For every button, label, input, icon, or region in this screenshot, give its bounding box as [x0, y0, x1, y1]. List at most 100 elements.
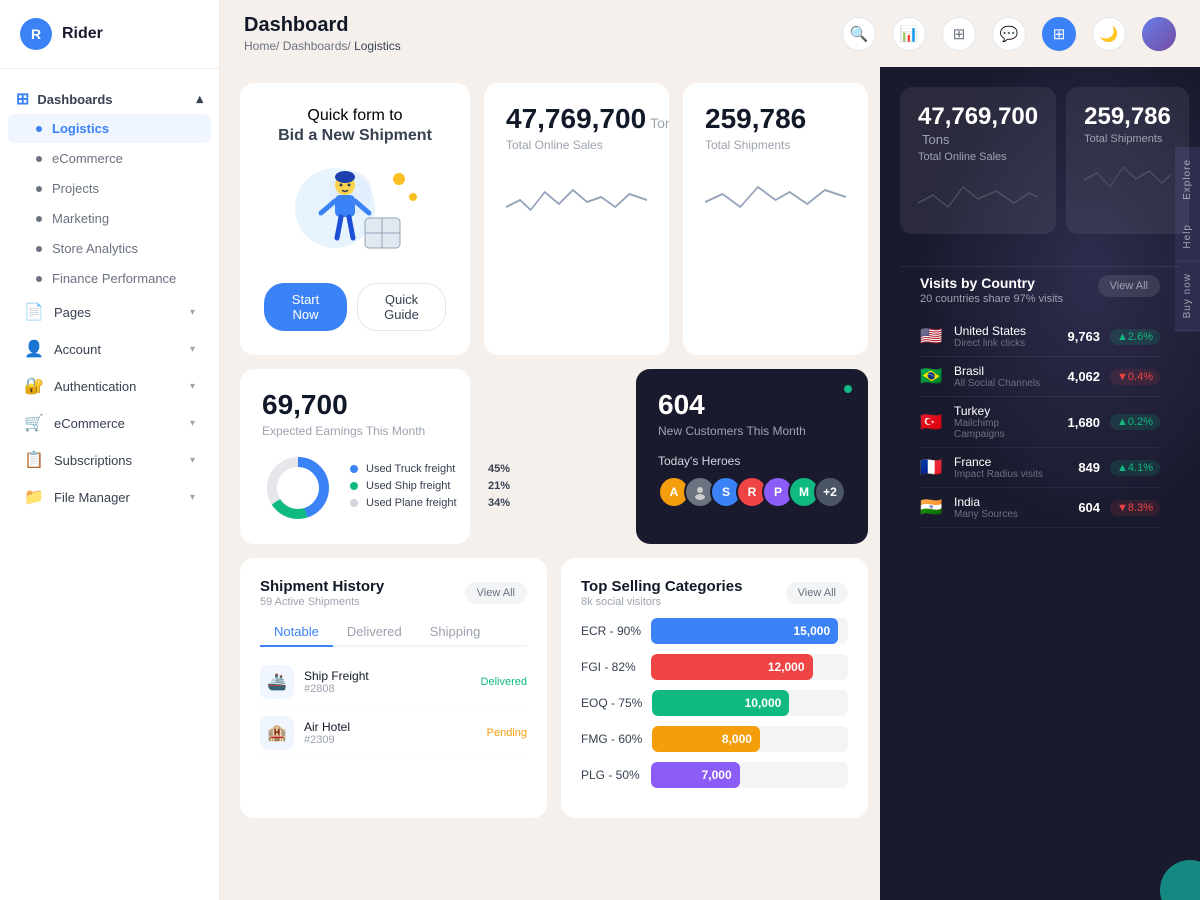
bar-row: PLG - 50% 7,000 [581, 762, 848, 788]
country-row-fr: 🇫🇷 France Impact Radius visits 849 ▲4.1% [920, 448, 1160, 488]
visits-view-all-button[interactable]: View All [1098, 275, 1160, 297]
legend-text: Used Truck freight [366, 463, 480, 475]
country-source: Direct link clicks [954, 338, 1050, 349]
country-visits: 9,763 [1060, 329, 1100, 344]
sidebar-item-label: Store Analytics [52, 241, 138, 256]
online-dot [844, 385, 852, 393]
ship-icon: 🏨 [260, 716, 294, 750]
bar-label: ECR - 90% [581, 624, 641, 638]
account-icon: 👤 [24, 339, 44, 359]
main-content: Dashboard Home/ Dashboards/ Logistics 🔍 … [220, 0, 1200, 900]
change-badge: ▼0.4% [1110, 369, 1160, 385]
grid-button[interactable]: ⊞ [942, 17, 976, 51]
cards-row-3: Shipment History 59 Active Shipments Vie… [240, 558, 868, 818]
tabs-row: Notable Delivered Shipping [260, 618, 527, 647]
bid-line2: Bid a New Shipment [278, 125, 432, 147]
tab-shipping[interactable]: Shipping [416, 618, 495, 647]
sidebar-item-store-analytics[interactable]: Store Analytics [8, 234, 211, 263]
country-info: Brasil All Social Channels [954, 364, 1050, 389]
page-title: Dashboard [244, 14, 401, 37]
card-header: Shipment History 59 Active Shipments Vie… [260, 578, 527, 608]
cards-row-1: Quick form to Bid a New Shipment [240, 83, 868, 355]
sidebar-item-marketing[interactable]: Marketing [8, 204, 211, 233]
sidebar-section-dashboards[interactable]: ⊞ Dashboards [0, 81, 219, 113]
rp-stat-label: Total Shipments [1084, 133, 1171, 145]
user-avatar[interactable] [1142, 17, 1176, 51]
sidebar-item-pages[interactable]: 📄 Pages [8, 294, 211, 330]
illustration [285, 163, 425, 263]
bar-fill: 12,000 [651, 654, 813, 680]
sidebar-item-file-manager[interactable]: 📁 File Manager [8, 479, 211, 515]
flag-icon: 🇧🇷 [920, 366, 944, 387]
chevron-down-icon [190, 307, 195, 318]
heroes-label: Today's Heroes [658, 454, 846, 468]
sidebar-item-label: Pages [54, 305, 180, 320]
tab-notable[interactable]: Notable [260, 618, 333, 647]
header-left: Dashboard Home/ Dashboards/ Logistics [244, 14, 401, 53]
country-info: United States Direct link clicks [954, 324, 1050, 349]
dot-icon [36, 156, 42, 162]
sidebar-item-label: eCommerce [52, 151, 123, 166]
visits-by-country: Visits by Country 20 countries share 97%… [900, 275, 1180, 880]
sidebar-item-account[interactable]: 👤 Account [8, 331, 211, 367]
bid-illustration [285, 163, 425, 263]
chevron-down-icon [190, 381, 195, 392]
rp-total-sales: 47,769,700 Tons Total Online Sales [900, 87, 1056, 234]
active-dot [36, 126, 42, 132]
bar-chart: ECR - 90% 15,000 FGI - 82% 1 [581, 618, 848, 788]
stat-label: Total Shipments [705, 138, 846, 152]
visits-subtitle: 20 countries share 97% visits [920, 293, 1063, 305]
bar-value: 10,000 [745, 696, 782, 710]
sidebar-item-label: Finance Performance [52, 271, 176, 286]
chevron-down-icon [190, 455, 195, 466]
bid-line1: Quick form to [307, 107, 402, 125]
breadcrumb-home[interactable]: Home/ [244, 39, 279, 53]
dot-icon [36, 246, 42, 252]
bar-label: EOQ - 75% [581, 696, 642, 710]
divider [900, 266, 1180, 267]
sidebar-item-authentication[interactable]: 🔐 Authentication [8, 368, 211, 404]
rp-stat-label: Total Online Sales [918, 151, 1038, 163]
donut-chart [262, 452, 334, 524]
country-name: Turkey [954, 404, 1050, 418]
sidebar-item-logistics[interactable]: Logistics [8, 114, 211, 143]
bar-fill: 7,000 [651, 762, 740, 788]
ship-id: #2808 [304, 683, 471, 695]
ship-icon: 🚢 [260, 665, 294, 699]
country-source: Impact Radius visits [954, 469, 1050, 480]
sidebar-item-ecommerce-main[interactable]: 🛒 eCommerce [8, 405, 211, 441]
breadcrumb-dashboards[interactable]: Dashboards/ [283, 39, 351, 53]
chat-button[interactable]: 💬 [992, 17, 1026, 51]
view-all-button[interactable]: View All [786, 582, 848, 604]
ecommerce-icon: 🛒 [24, 413, 44, 433]
search-button[interactable]: 🔍 [842, 17, 876, 51]
right-panel-content: 47,769,700 Tons Total Online Sales 259, [880, 67, 1200, 900]
quick-guide-button[interactable]: Quick Guide [357, 283, 446, 331]
start-now-button[interactable]: Start Now [264, 283, 347, 331]
theme-toggle[interactable]: 🌙 [1092, 17, 1126, 51]
earnings-card: 69,700 Expected Earnings This Month [240, 369, 470, 544]
chart-button[interactable]: 📊 [892, 17, 926, 51]
page-header: Dashboard Home/ Dashboards/ Logistics 🔍 … [220, 0, 1200, 67]
total-shipments-card: 259,786 Total Shipments [683, 83, 868, 355]
bar-label: PLG - 50% [581, 768, 641, 782]
view-all-button[interactable]: View All [465, 582, 527, 604]
section-label: Dashboards [37, 92, 112, 107]
sidebar-item-finance-performance[interactable]: Finance Performance [8, 264, 211, 293]
sidebar-item-ecommerce[interactable]: eCommerce [8, 144, 211, 173]
sidebar-item-projects[interactable]: Projects [8, 174, 211, 203]
country-name: United States [954, 324, 1050, 338]
dashboard-content: Quick form to Bid a New Shipment [220, 67, 1200, 900]
sidebar-logo: R Rider [0, 0, 219, 69]
header-actions: 🔍 📊 ⊞ 💬 ⊞ 🌙 [842, 17, 1176, 51]
chevron-down-icon [190, 492, 195, 503]
apps-button[interactable]: ⊞ [1042, 17, 1076, 51]
flag-icon: 🇺🇸 [920, 326, 944, 347]
bar-fill: 10,000 [652, 690, 789, 716]
country-visits: 1,680 [1060, 415, 1100, 430]
breadcrumb-current: Logistics [354, 39, 401, 53]
tab-delivered[interactable]: Delivered [333, 618, 416, 647]
customers-card: 604 New Customers This Month Today's Her… [636, 369, 868, 544]
sidebar-item-label: Logistics [52, 121, 109, 136]
sidebar-item-subscriptions[interactable]: 📋 Subscriptions [8, 442, 211, 478]
